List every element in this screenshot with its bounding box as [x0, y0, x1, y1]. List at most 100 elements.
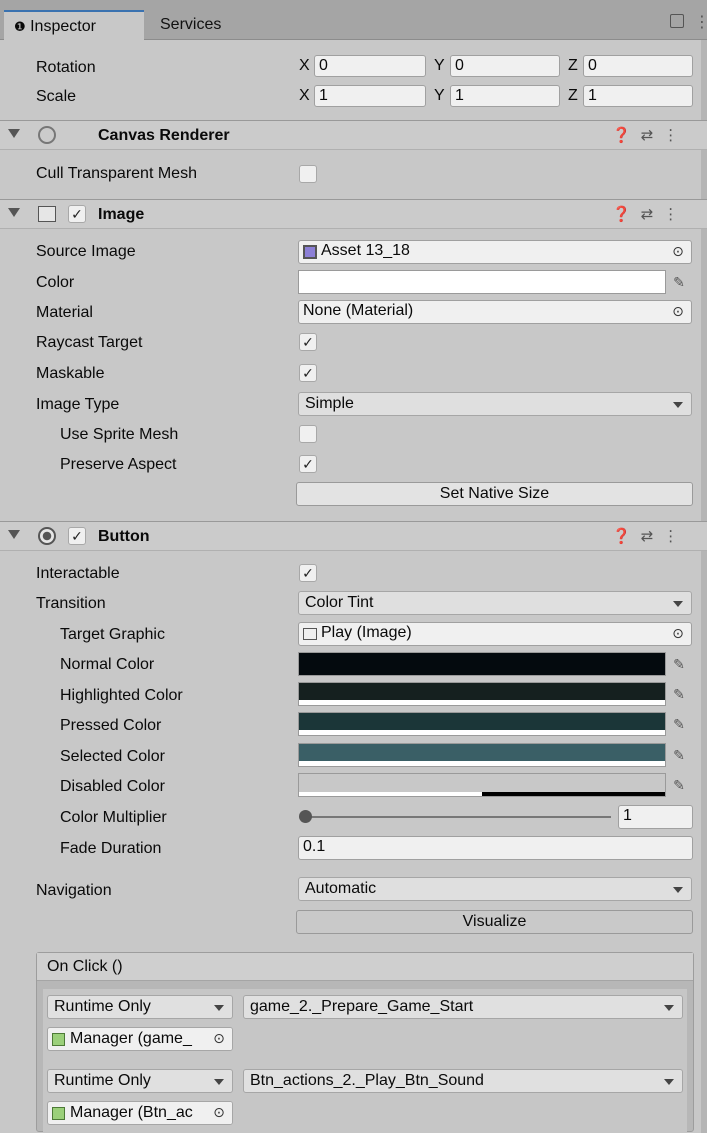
help-icon[interactable]: ❓: [612, 528, 641, 545]
color-multiplier-slider-track[interactable]: [305, 816, 611, 818]
canvas-renderer-icon: [38, 126, 56, 144]
lock-icon[interactable]: [670, 14, 684, 28]
rotation-x-field[interactable]: 0: [314, 55, 426, 77]
eyedropper-icon[interactable]: ✎: [666, 683, 692, 705]
tab-menu-icon[interactable]: ⋮: [694, 12, 707, 32]
runtime-mode-value: Runtime Only: [54, 998, 151, 1015]
scale-z-field[interactable]: 1: [583, 85, 693, 107]
image-component-icon: [38, 206, 56, 222]
info-icon: ❶: [14, 19, 26, 34]
image-enabled-checkbox[interactable]: ✓: [68, 205, 86, 223]
cull-transparent-mesh-checkbox[interactable]: [299, 165, 317, 183]
tab-inspector-label: Inspector: [30, 18, 96, 35]
transition-dropdown[interactable]: Color Tint: [298, 591, 692, 615]
canvas-renderer-title: Canvas Renderer: [98, 127, 230, 144]
runtime-mode-dropdown[interactable]: Runtime Only: [47, 995, 233, 1019]
rotation-label: Rotation: [36, 59, 96, 76]
help-icon[interactable]: ❓: [612, 127, 641, 144]
object-picker-icon[interactable]: ⊙: [665, 623, 691, 645]
image-header-icons[interactable]: ❓⇄⋮: [612, 205, 688, 223]
on-click-event-list: On Click () Runtime Only game_2._Prepare…: [36, 952, 694, 1133]
button-component-icon: [38, 527, 56, 545]
function-dropdown[interactable]: game_2._Prepare_Game_Start: [243, 995, 683, 1019]
runtime-mode-value: Runtime Only: [54, 1072, 151, 1089]
set-native-size-button[interactable]: Set Native Size: [296, 482, 693, 506]
visualize-button[interactable]: Visualize: [296, 910, 693, 934]
fade-duration-field[interactable]: 0.1: [298, 836, 693, 860]
material-field[interactable]: None (Material) ⊙: [298, 300, 692, 324]
preset-icon[interactable]: ⇄: [641, 127, 664, 144]
rotation-z-label: Z: [568, 57, 578, 74]
object-picker-icon[interactable]: ⊙: [665, 241, 691, 263]
source-image-field[interactable]: Asset 13_18 ⊙: [298, 240, 692, 264]
eyedropper-icon[interactable]: ✎: [666, 653, 692, 675]
help-icon[interactable]: ❓: [612, 206, 641, 223]
component-menu-icon[interactable]: ⋮: [663, 206, 688, 223]
pressed-color-label: Pressed Color: [60, 717, 162, 734]
raycast-target-checkbox[interactable]: ✓: [299, 333, 317, 351]
color-multiplier-slider-thumb[interactable]: [299, 810, 312, 823]
preset-icon[interactable]: ⇄: [641, 528, 664, 545]
rotation-y-field[interactable]: 0: [450, 55, 560, 77]
object-picker-icon[interactable]: ⊙: [206, 1028, 232, 1050]
color-label: Color: [36, 274, 75, 291]
button-header[interactable]: ✓ Button ❓⇄⋮: [0, 521, 707, 551]
component-menu-icon[interactable]: ⋮: [663, 528, 688, 545]
foldout-arrow-icon[interactable]: [8, 530, 20, 539]
eyedropper-icon[interactable]: ✎: [666, 271, 692, 293]
selected-color-swatch[interactable]: [298, 743, 666, 767]
canvas-renderer-header-icons[interactable]: ❓⇄⋮: [612, 126, 688, 144]
foldout-arrow-icon[interactable]: [8, 129, 20, 138]
function-dropdown[interactable]: Btn_actions_2._Play_Btn_Sound: [243, 1069, 683, 1093]
raycast-target-label: Raycast Target: [36, 334, 143, 351]
fade-duration-label: Fade Duration: [60, 840, 162, 857]
image-header[interactable]: ✓ Image ❓⇄⋮: [0, 199, 707, 229]
function-value: game_2._Prepare_Game_Start: [250, 998, 474, 1015]
preserve-aspect-checkbox[interactable]: ✓: [299, 455, 317, 473]
image-type-dropdown[interactable]: Simple: [298, 392, 692, 416]
script-icon: [52, 1033, 65, 1046]
color-multiplier-field[interactable]: 1: [618, 805, 693, 829]
scale-x-label: X: [299, 87, 310, 104]
transition-value: Color Tint: [305, 594, 374, 611]
tab-services[interactable]: Services: [150, 10, 250, 40]
rotation-y-label: Y: [434, 57, 445, 74]
use-sprite-mesh-checkbox[interactable]: [299, 425, 317, 443]
dropdown-arrow-icon: [214, 1079, 224, 1085]
target-graphic-field[interactable]: Play (Image) ⊙: [298, 622, 692, 646]
rotation-z-field[interactable]: 0: [583, 55, 693, 77]
eyedropper-icon[interactable]: ✎: [666, 774, 692, 796]
button-enabled-checkbox[interactable]: ✓: [68, 527, 86, 545]
maskable-checkbox[interactable]: ✓: [299, 364, 317, 382]
canvas-renderer-header[interactable]: Canvas Renderer ❓⇄⋮: [0, 120, 707, 150]
eyedropper-icon[interactable]: ✎: [666, 744, 692, 766]
target-object-value: Manager (Btn_ac: [70, 1104, 193, 1121]
image-color-swatch[interactable]: [298, 270, 666, 294]
preset-icon[interactable]: ⇄: [641, 206, 664, 223]
disabled-color-swatch[interactable]: [298, 773, 666, 797]
interactable-checkbox[interactable]: ✓: [299, 564, 317, 582]
button-header-icons[interactable]: ❓⇄⋮: [612, 527, 688, 545]
pressed-color-swatch[interactable]: [298, 712, 666, 736]
highlighted-color-swatch[interactable]: [298, 682, 666, 706]
scale-y-field[interactable]: 1: [450, 85, 560, 107]
normal-color-swatch[interactable]: [298, 652, 666, 676]
tab-bar: ❶ Inspector Services ⋮: [0, 0, 707, 40]
target-object-field[interactable]: Manager (game_ ⊙: [47, 1027, 233, 1051]
foldout-arrow-icon[interactable]: [8, 208, 20, 217]
runtime-mode-dropdown[interactable]: Runtime Only: [47, 1069, 233, 1093]
image-type-value: Simple: [305, 395, 354, 412]
tab-inspector[interactable]: ❶ Inspector: [4, 10, 144, 40]
eyedropper-icon[interactable]: ✎: [666, 713, 692, 735]
transition-label: Transition: [36, 595, 106, 612]
navigation-dropdown[interactable]: Automatic: [298, 877, 692, 901]
target-object-field[interactable]: Manager (Btn_ac ⊙: [47, 1101, 233, 1125]
object-picker-icon[interactable]: ⊙: [665, 301, 691, 323]
dropdown-arrow-icon: [673, 601, 683, 607]
scale-x-field[interactable]: 1: [314, 85, 426, 107]
object-picker-icon[interactable]: ⊙: [206, 1102, 232, 1124]
component-menu-icon[interactable]: ⋮: [663, 127, 688, 144]
cull-transparent-mesh-label: Cull Transparent Mesh: [36, 165, 197, 182]
disabled-color-label: Disabled Color: [60, 778, 165, 795]
dropdown-arrow-icon: [664, 1079, 674, 1085]
